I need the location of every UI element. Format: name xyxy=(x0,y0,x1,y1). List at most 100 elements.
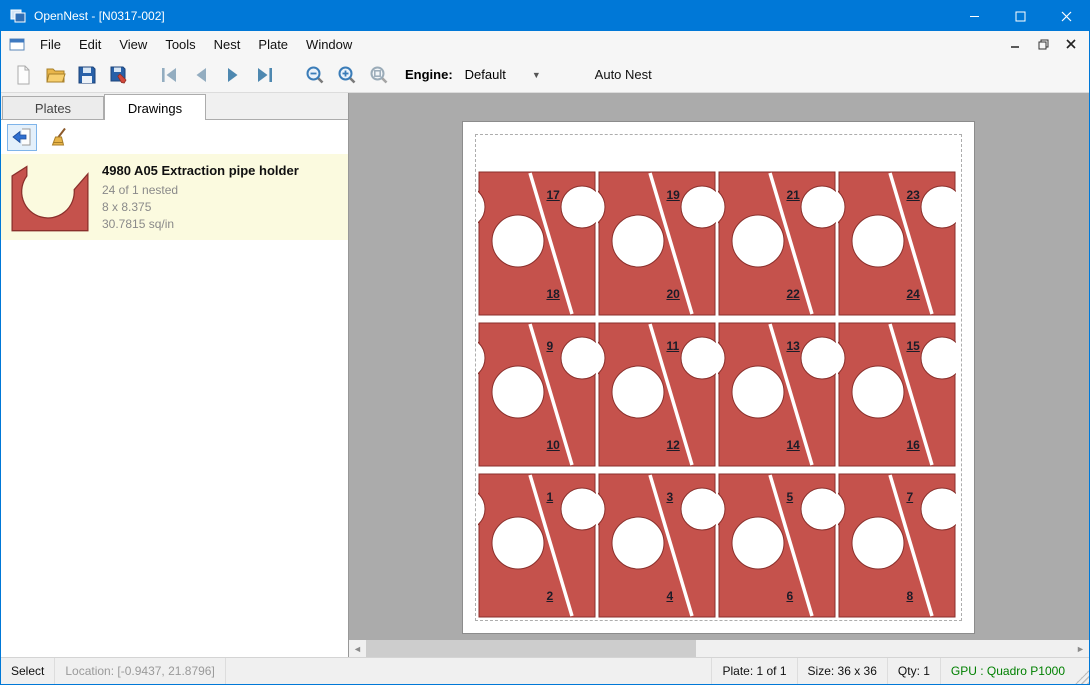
engine-selected-value: Default xyxy=(465,67,506,82)
tab-drawings[interactable]: Drawings xyxy=(104,94,206,120)
part-number: 16 xyxy=(906,438,919,452)
drawing-item-size: 8 x 8.375 xyxy=(102,199,299,216)
mdi-close-button[interactable] xyxy=(1061,35,1081,53)
nav-first-icon xyxy=(159,66,179,84)
nested-part-pair[interactable]: 1516 xyxy=(838,322,956,467)
menu-item-file[interactable]: File xyxy=(31,33,70,56)
part-number: 20 xyxy=(666,287,679,301)
new-document-button[interactable] xyxy=(7,60,39,90)
nav-prev-plate-button[interactable] xyxy=(185,60,217,90)
save-as-button[interactable] xyxy=(103,60,135,90)
part-number: 21 xyxy=(786,188,799,202)
app-window: OpenNest - [N0317-002] FileEditViewTools… xyxy=(0,0,1090,685)
status-mode: Select xyxy=(1,658,55,684)
nav-next-plate-button[interactable] xyxy=(217,60,249,90)
menu-item-nest[interactable]: Nest xyxy=(205,33,250,56)
status-quantity: Qty: 1 xyxy=(887,658,940,684)
nested-part-pair[interactable]: 1314 xyxy=(718,322,836,467)
menu-item-view[interactable]: View xyxy=(110,33,156,56)
tab-plates[interactable]: Plates xyxy=(2,96,104,120)
zoom-fit-icon xyxy=(369,65,389,85)
maximize-button[interactable] xyxy=(997,1,1043,31)
save-icon xyxy=(77,65,97,85)
engine-label: Engine: xyxy=(405,67,453,82)
part-number: 2 xyxy=(546,589,553,603)
close-icon xyxy=(1061,11,1072,22)
nested-part-pair[interactable]: 21 22 xyxy=(718,171,836,316)
part-number: 23 xyxy=(906,188,919,202)
save-button[interactable] xyxy=(71,60,103,90)
app-icon[interactable] xyxy=(10,8,26,24)
nested-part-pair[interactable]: 56 xyxy=(718,473,836,618)
open-button[interactable] xyxy=(39,60,71,90)
status-spacer xyxy=(226,658,712,684)
drawings-list: 4980 A05 Extraction pipe holder 24 of 1 … xyxy=(1,154,348,657)
main-toolbar: Engine: Default ▼ Auto Nest xyxy=(1,57,1089,93)
maximize-icon xyxy=(1015,11,1026,22)
import-drawing-icon xyxy=(12,127,32,147)
window-controls xyxy=(951,1,1089,31)
minimize-button[interactable] xyxy=(951,1,997,31)
statusbar: Select Location: [-0.9437, 21.8796] Plat… xyxy=(1,657,1089,684)
nested-part-pair[interactable]: 12 xyxy=(478,473,596,618)
engine-select[interactable]: Default ▼ xyxy=(459,64,569,85)
menu-item-window[interactable]: Window xyxy=(297,33,361,56)
horizontal-scrollbar[interactable]: ◄ ► xyxy=(349,640,1089,657)
mdi-minimize-button[interactable] xyxy=(1005,35,1025,53)
nesting-canvas[interactable]: 171819202122232491011121314151612345678 … xyxy=(349,93,1089,657)
nested-part-pair[interactable]: 78 xyxy=(838,473,956,618)
nested-part-pair[interactable]: 34 xyxy=(598,473,716,618)
resize-grip[interactable] xyxy=(1075,670,1089,684)
auto-nest-button[interactable]: Auto Nest xyxy=(595,67,652,82)
nested-part-pair[interactable]: 1920 xyxy=(598,171,716,316)
part-pair-shape xyxy=(478,322,596,467)
part-number: 4 xyxy=(666,589,673,603)
open-folder-icon xyxy=(45,65,66,85)
mdi-restore-button[interactable] xyxy=(1033,35,1053,53)
nested-part-pair[interactable]: 2324 xyxy=(838,171,956,316)
part-pair-shape xyxy=(598,322,716,467)
zoom-fit-button[interactable] xyxy=(363,60,395,90)
status-plate-count: Plate: 1 of 1 xyxy=(711,658,796,684)
nested-part-pair[interactable]: 910 xyxy=(478,322,596,467)
zoom-in-button[interactable] xyxy=(331,60,363,90)
nested-part-pair[interactable]: 1718 xyxy=(478,171,596,316)
content-area: Plates Drawings xyxy=(1,93,1089,657)
part-number: 8 xyxy=(906,589,913,603)
drawing-item-nested-count: 24 of 1 nested xyxy=(102,182,299,199)
nested-parts: 171819202122232491011121314151612345678 xyxy=(478,171,956,618)
zoom-out-button[interactable] xyxy=(299,60,331,90)
nav-last-icon xyxy=(255,66,275,84)
part-number: 19 xyxy=(666,188,679,202)
part-pair-shape xyxy=(478,473,596,618)
scrollbar-thumb[interactable] xyxy=(366,640,696,657)
nested-part-pair[interactable]: 1112 xyxy=(598,322,716,467)
part-pair-shape xyxy=(718,322,836,467)
status-location: Location: [-0.9437, 21.8796] xyxy=(55,658,225,684)
drawing-list-item[interactable]: 4980 A05 Extraction pipe holder 24 of 1 … xyxy=(1,154,348,240)
close-button[interactable] xyxy=(1043,1,1089,31)
nav-first-plate-button[interactable] xyxy=(153,60,185,90)
part-number: 10 xyxy=(546,438,559,452)
drawing-item-meta: 4980 A05 Extraction pipe holder 24 of 1 … xyxy=(102,161,299,233)
clean-button[interactable] xyxy=(45,124,75,151)
menu-items: FileEditViewToolsNestPlateWindow xyxy=(31,37,361,52)
menu-item-tools[interactable]: Tools xyxy=(156,33,204,56)
part-number: 1 xyxy=(546,490,553,504)
scroll-right-icon[interactable]: ► xyxy=(1072,640,1089,657)
menu-item-plate[interactable]: Plate xyxy=(249,33,297,56)
mdi-close-icon xyxy=(1066,39,1076,49)
nav-last-plate-button[interactable] xyxy=(249,60,281,90)
mdi-child-icon[interactable] xyxy=(9,38,25,51)
import-drawing-button[interactable] xyxy=(7,124,37,151)
nav-next-icon xyxy=(223,66,243,84)
part-number: 22 xyxy=(786,287,799,301)
zoom-out-icon xyxy=(305,65,325,85)
plate[interactable]: 171819202122232491011121314151612345678 xyxy=(462,121,975,634)
scroll-left-icon[interactable]: ◄ xyxy=(349,640,366,657)
save-as-icon xyxy=(109,65,130,85)
part-number: 13 xyxy=(786,339,799,353)
part-pair-shape xyxy=(838,322,956,467)
combo-dropdown-icon: ▼ xyxy=(532,70,541,80)
menu-item-edit[interactable]: Edit xyxy=(70,33,110,56)
